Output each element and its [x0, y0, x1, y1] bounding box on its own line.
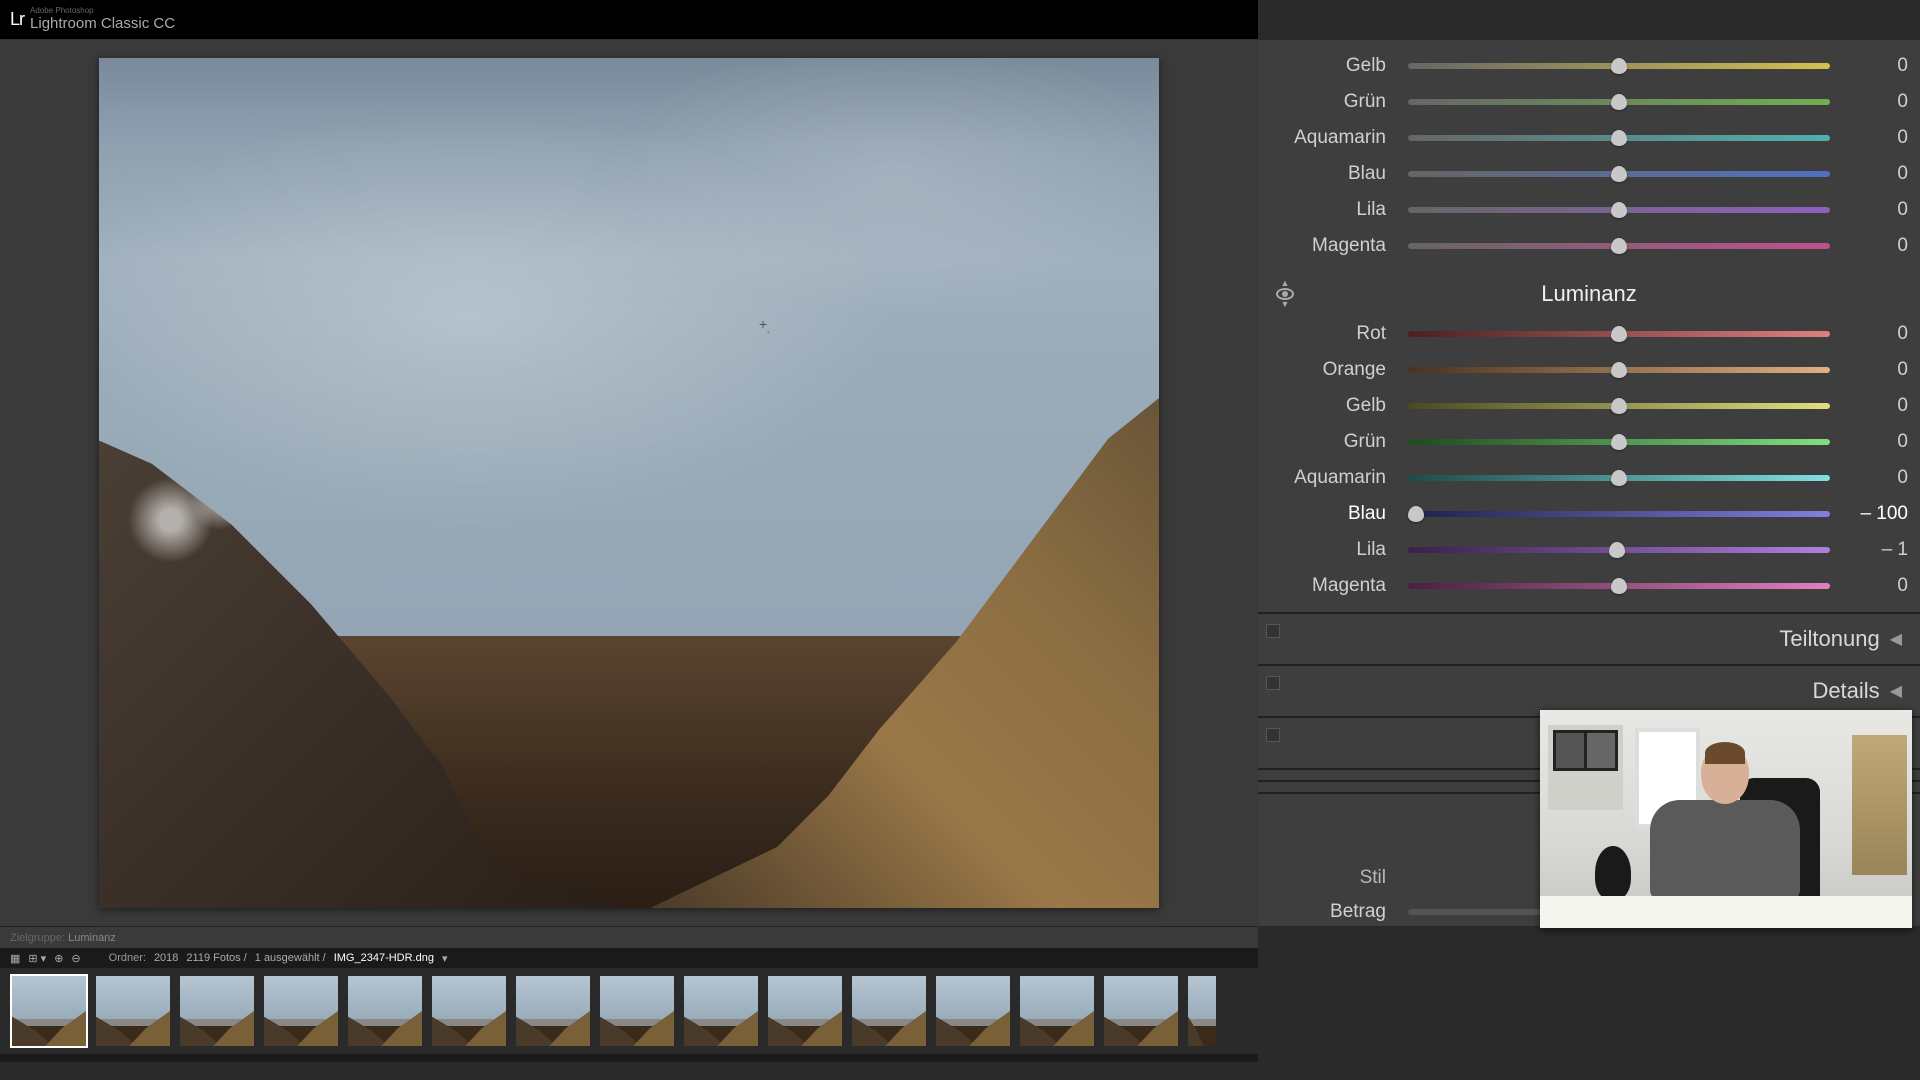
slider-value[interactable]: 0 [1838, 359, 1908, 381]
info-strip: Zielgruppe: Luminanz [0, 926, 1258, 948]
slider-value[interactable]: 0 [1838, 199, 1908, 221]
slider-label: Magenta [1258, 575, 1400, 597]
slider-label: Lila [1258, 539, 1400, 561]
thumbnail[interactable] [432, 976, 506, 1046]
luminance-grun-slider[interactable] [1408, 439, 1830, 445]
thumbnail[interactable] [348, 976, 422, 1046]
slider-value[interactable]: 0 [1838, 91, 1908, 113]
target-adjustment-icon[interactable]: ▲▼ [1272, 281, 1298, 307]
luminance-magenta-slider[interactable] [1408, 583, 1830, 589]
slider-label: Betrag [1258, 901, 1400, 923]
thumbnail[interactable] [600, 976, 674, 1046]
slider-label: Aquamarin [1258, 467, 1400, 489]
luminance-gelb-slider[interactable] [1408, 403, 1830, 409]
preview-area [0, 40, 1258, 926]
panel-details[interactable]: Details◀ [1258, 664, 1920, 716]
filmstrip-header[interactable]: ▦⊞ ▾⊕⊖ Ordner:2018 2119 Fotos /1 ausgewä… [0, 948, 1258, 968]
slider-label: Rot [1258, 323, 1400, 345]
thumbnail[interactable] [1104, 976, 1178, 1046]
slider-value[interactable]: – 100 [1838, 503, 1908, 525]
slider-label: Orange [1258, 359, 1400, 381]
collapse-arrow-icon: ◀ [1890, 681, 1902, 701]
thumbnail[interactable] [852, 976, 926, 1046]
luminance-section-header: ▲▼ Luminanz [1258, 278, 1920, 310]
thumbnail[interactable] [180, 976, 254, 1046]
panel-teiltonung[interactable]: Teiltonung◀ [1258, 612, 1920, 664]
saturation-magenta-slider[interactable] [1408, 243, 1830, 249]
slider-value[interactable]: 0 [1838, 431, 1908, 453]
slider-label: Lila [1258, 199, 1400, 221]
thumbnail[interactable] [264, 976, 338, 1046]
slider-label: Magenta [1258, 235, 1400, 257]
slider-value[interactable]: 0 [1838, 235, 1908, 257]
slider-label: Aquamarin [1258, 127, 1400, 149]
luminance-aqua-slider[interactable] [1408, 475, 1830, 481]
saturation-blau-slider[interactable] [1408, 171, 1830, 177]
filmstrip-scrollbar[interactable] [0, 1054, 1258, 1062]
photo-preview[interactable] [99, 58, 1159, 908]
thumbnail[interactable] [12, 976, 86, 1046]
slider-value[interactable]: 0 [1838, 55, 1908, 77]
saturation-aqua-slider[interactable] [1408, 135, 1830, 141]
slider-value[interactable]: – 1 [1838, 539, 1908, 561]
vignette-stil-label: Stil [1258, 867, 1400, 889]
webcam-overlay [1540, 710, 1912, 928]
thumbnail[interactable] [768, 976, 842, 1046]
luminance-lila-slider[interactable] [1408, 547, 1830, 553]
saturation-lila-slider[interactable] [1408, 207, 1830, 213]
thumbnail[interactable] [684, 976, 758, 1046]
title-bar: Lr Adobe Photoshop Lightroom Classic CC [0, 0, 1258, 40]
thumbnail[interactable] [936, 976, 1010, 1046]
lightroom-logo-icon: Lr [10, 9, 24, 30]
app-title: Lightroom Classic CC [30, 15, 175, 32]
slider-label: Blau [1258, 163, 1400, 185]
thumbnail[interactable] [1188, 976, 1216, 1046]
saturation-grun-slider[interactable] [1408, 99, 1830, 105]
brand-subtitle: Adobe Photoshop [30, 7, 175, 15]
collapse-arrow-icon: ◀ [1890, 629, 1902, 649]
slider-label: Grün [1258, 91, 1400, 113]
slider-value[interactable]: 0 [1838, 127, 1908, 149]
slider-value[interactable]: 0 [1838, 575, 1908, 597]
slider-label: Grün [1258, 431, 1400, 453]
slider-value[interactable]: 0 [1838, 395, 1908, 417]
luminance-orange-slider[interactable] [1408, 367, 1830, 373]
filmstrip[interactable] [0, 968, 1258, 1054]
slider-label: Gelb [1258, 395, 1400, 417]
slider-value[interactable]: 0 [1838, 467, 1908, 489]
color-picker-crosshair-icon[interactable] [759, 318, 773, 332]
slider-label: Blau [1258, 503, 1400, 525]
thumbnail[interactable] [516, 976, 590, 1046]
luminance-rot-slider[interactable] [1408, 331, 1830, 337]
saturation-gelb-slider[interactable] [1408, 63, 1830, 69]
slider-value[interactable]: 0 [1838, 323, 1908, 345]
thumbnail[interactable] [1020, 976, 1094, 1046]
slider-value[interactable]: 0 [1838, 163, 1908, 185]
thumbnail[interactable] [96, 976, 170, 1046]
luminance-blau-slider[interactable] [1408, 511, 1830, 517]
slider-label: Gelb [1258, 55, 1400, 77]
